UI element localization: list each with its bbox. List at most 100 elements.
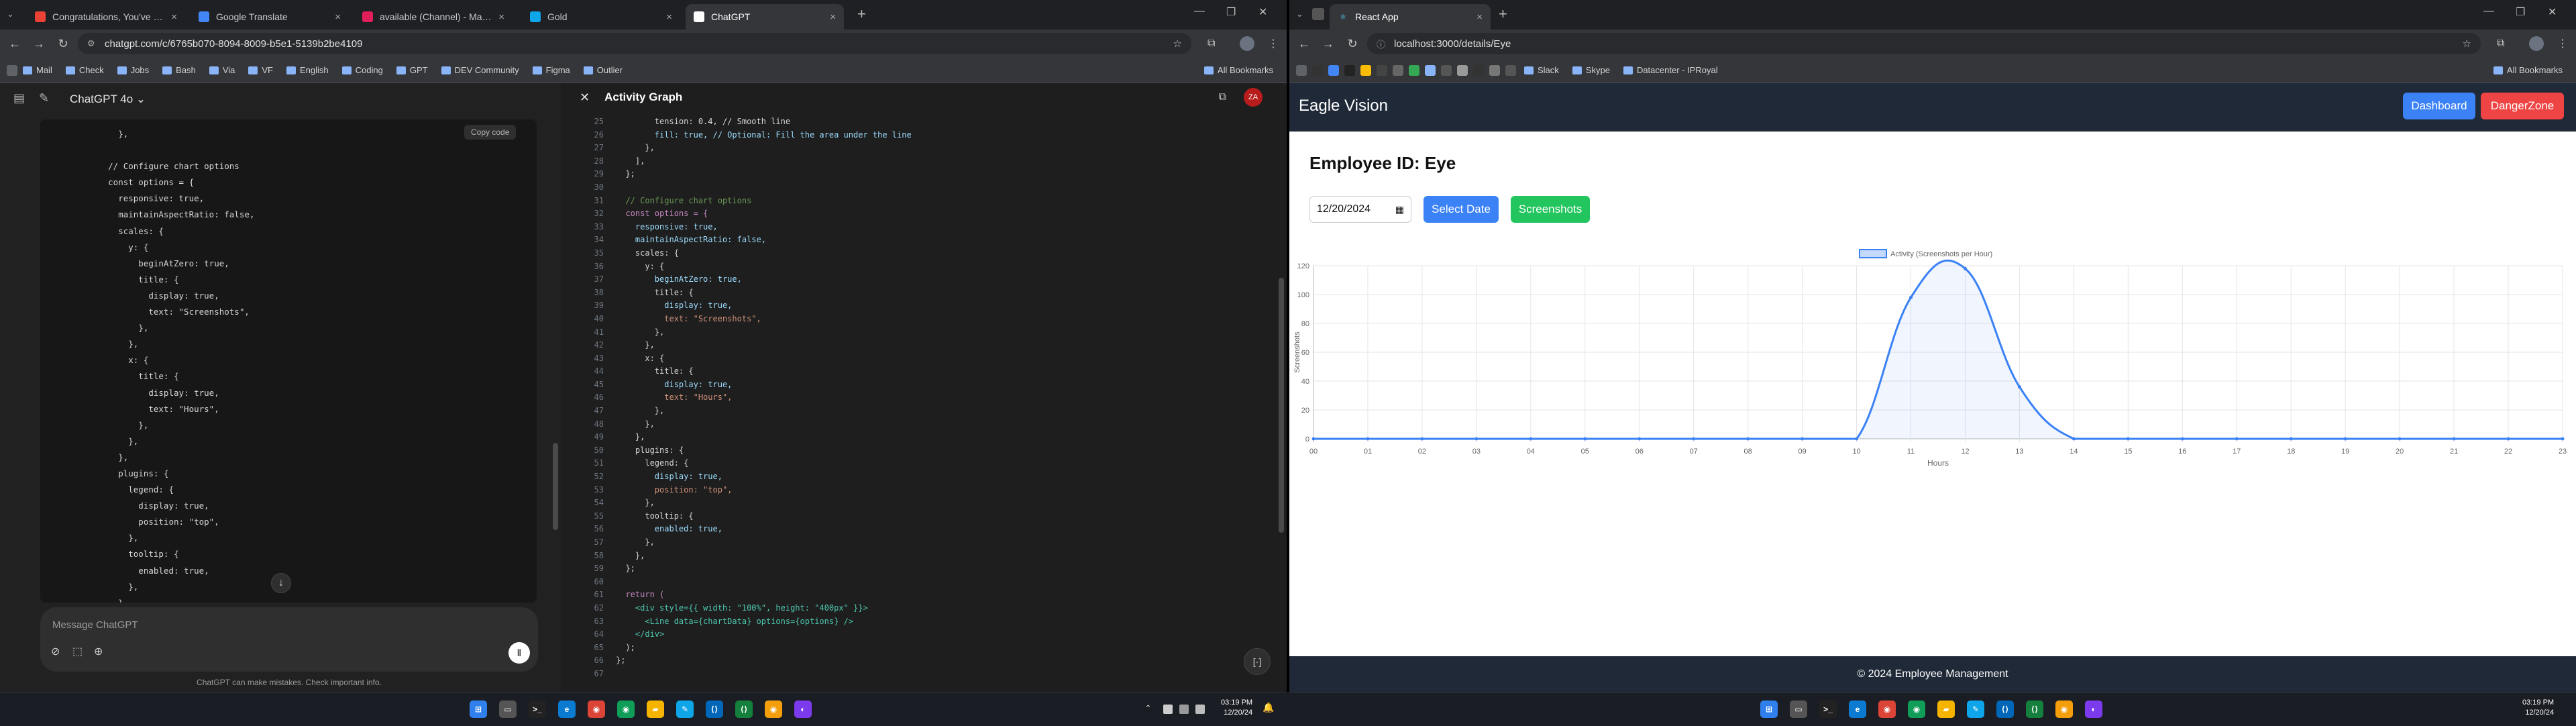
code-review-button[interactable]: [·]	[1244, 648, 1271, 675]
windows-start-icon[interactable]: ⊞	[470, 701, 487, 718]
address-bar[interactable]: ⚙ chatgpt.com/c/6765b070-8094-8009-b5e1-…	[78, 33, 1191, 54]
data-point[interactable]	[1855, 437, 1859, 441]
site-info-icon[interactable]: ⓘ	[1377, 38, 1385, 50]
folder-icon[interactable]: ▰	[1937, 701, 1955, 718]
extension-icon-9[interactable]	[1457, 64, 1468, 76]
terminal-icon[interactable]: >_	[1819, 701, 1837, 718]
chrome-beta-icon[interactable]: ◉	[617, 701, 635, 718]
browser-tab[interactable]: Congratulations, You've Been... ×	[27, 4, 185, 30]
bookmark-star-icon[interactable]: ☆	[2463, 38, 2471, 50]
apps-icon[interactable]	[7, 64, 17, 76]
extension-icon-8[interactable]	[1441, 64, 1452, 76]
user-avatar[interactable]: ZA	[1244, 88, 1263, 107]
extension-icon-1[interactable]	[1312, 64, 1323, 76]
back-icon[interactable]: ←	[1295, 34, 1313, 53]
data-point[interactable]	[2180, 437, 2184, 441]
tab-close-icon[interactable]: ×	[498, 11, 504, 23]
notification-bell-icon[interactable]: 🔔	[1263, 702, 1274, 713]
profile-avatar[interactable]	[1240, 36, 1254, 51]
message-input[interactable]: Message ChatGPT	[52, 619, 138, 631]
bookmark-item[interactable]: Check	[65, 65, 104, 75]
pinned-tab-icon[interactable]	[1312, 8, 1324, 20]
chrome-canary-icon[interactable]: ◉	[765, 701, 782, 718]
web-search-icon[interactable]: ⊕	[94, 645, 103, 658]
browser-tab[interactable]: available (Channel) - MageHo... ×	[354, 4, 513, 30]
tab-close-icon[interactable]: ×	[666, 11, 672, 23]
address-bar[interactable]: ⓘ localhost:3000/details/Eye ☆	[1367, 33, 2481, 54]
tab-close-icon[interactable]: ×	[171, 11, 177, 23]
data-point[interactable]	[2506, 437, 2510, 441]
scroll-down-button[interactable]: ↓	[271, 573, 291, 593]
edge-icon[interactable]: e	[558, 701, 576, 718]
extension-icon-6[interactable]	[1409, 64, 1419, 76]
browser-tab[interactable]: ChatGPT ×	[686, 4, 844, 30]
attach-icon[interactable]: ⊘	[51, 645, 60, 658]
dangerzone-button[interactable]: DangerZone	[2481, 93, 2564, 119]
apps-icon[interactable]	[1296, 64, 1307, 76]
chrome-beta-icon[interactable]: ◉	[1908, 701, 1925, 718]
data-point[interactable]	[1529, 437, 1533, 441]
data-point[interactable]	[1909, 295, 1913, 299]
calendar-icon[interactable]: ▦	[1395, 204, 1404, 215]
folder-icon[interactable]: ▰	[647, 701, 664, 718]
data-point[interactable]	[2017, 385, 2021, 389]
bookmark-item[interactable]: Figma	[532, 65, 570, 75]
browser-tab[interactable]: Google Translate ×	[191, 4, 349, 30]
extensions-icon[interactable]: ⧉	[2497, 38, 2504, 50]
voice-button[interactable]: ⦀	[508, 642, 530, 664]
select-date-button[interactable]: Select Date	[1424, 196, 1499, 223]
file-explorer-icon[interactable]: ▭	[1790, 701, 1807, 718]
dashboard-button[interactable]: Dashboard	[2403, 93, 2475, 119]
data-point[interactable]	[1801, 437, 1805, 441]
data-point[interactable]	[2561, 437, 2565, 441]
reload-icon[interactable]: ↻	[54, 34, 72, 53]
file-explorer-icon[interactable]: ▭	[499, 701, 517, 718]
data-point[interactable]	[1474, 437, 1479, 441]
bookmark-item[interactable]: GPT	[396, 65, 428, 75]
github-icon[interactable]	[1344, 64, 1355, 76]
clock-left[interactable]: 03:19 PM 12/20/24	[1221, 698, 1252, 718]
minimize-button[interactable]: —	[2483, 5, 2494, 17]
tab-search-icon[interactable]: ⌄	[1296, 9, 1303, 19]
github-desktop-icon[interactable]: ◐	[794, 701, 812, 718]
brand-title[interactable]: Eagle Vision	[1299, 97, 1388, 115]
editor-scrollbar[interactable]	[1279, 278, 1284, 533]
bookmark-item[interactable]: DEV Community	[441, 65, 519, 75]
terminal-icon[interactable]: >_	[529, 701, 546, 718]
tray-icon-3[interactable]	[1195, 705, 1205, 714]
bookmark-item[interactable]: Bash	[162, 65, 196, 75]
edge-icon[interactable]: e	[1849, 701, 1866, 718]
minimize-button[interactable]: —	[1194, 5, 1205, 17]
bookmark-item[interactable]: Coding	[341, 65, 383, 75]
extension-icon-5[interactable]	[1393, 64, 1403, 76]
extensions-icon[interactable]: ⧉	[1208, 38, 1215, 50]
chart-legend[interactable]: Activity (Screenshots per Hour)	[1859, 249, 1992, 258]
tray-icon-2[interactable]	[1179, 705, 1189, 714]
bookmark-item[interactable]: Skype	[1572, 65, 1610, 75]
maximize-button[interactable]: ❐	[1226, 5, 1236, 19]
copy-code-button[interactable]: Copy code	[464, 125, 517, 140]
bookmark-item[interactable]: Outlier	[583, 65, 623, 75]
github-desktop-icon[interactable]: ◐	[2085, 701, 2102, 718]
clock-right[interactable]: 03:19 PM 12/20/24	[2522, 698, 2554, 718]
bookmark-item[interactable]: English	[286, 65, 329, 75]
data-point[interactable]	[1311, 437, 1316, 441]
data-point[interactable]	[2343, 437, 2347, 441]
data-point[interactable]	[2072, 437, 2076, 441]
tab-close-icon[interactable]: ×	[830, 11, 836, 23]
windows-start-icon[interactable]: ⊞	[1760, 701, 1778, 718]
extension-icon-7[interactable]	[1425, 64, 1436, 76]
site-info-icon[interactable]: ⚙	[87, 38, 95, 49]
vscode-insiders-icon[interactable]: ⟨⟩	[2026, 701, 2043, 718]
sidebar-toggle-icon[interactable]: ▤	[13, 91, 25, 105]
extension-icon-12[interactable]	[1505, 64, 1516, 76]
tray-chevron-icon[interactable]: ⌃	[1144, 703, 1152, 714]
menu-icon[interactable]: ⋮	[2557, 37, 2568, 50]
close-window-button[interactable]: ✕	[1258, 5, 1267, 19]
menu-icon[interactable]: ⋮	[1268, 37, 1279, 50]
data-point[interactable]	[2289, 437, 2293, 441]
data-point[interactable]	[1420, 437, 1424, 441]
extension-icon-10[interactable]	[1473, 64, 1484, 76]
forward-icon[interactable]: →	[30, 34, 48, 53]
chrome-icon[interactable]: ◉	[1878, 701, 1896, 718]
